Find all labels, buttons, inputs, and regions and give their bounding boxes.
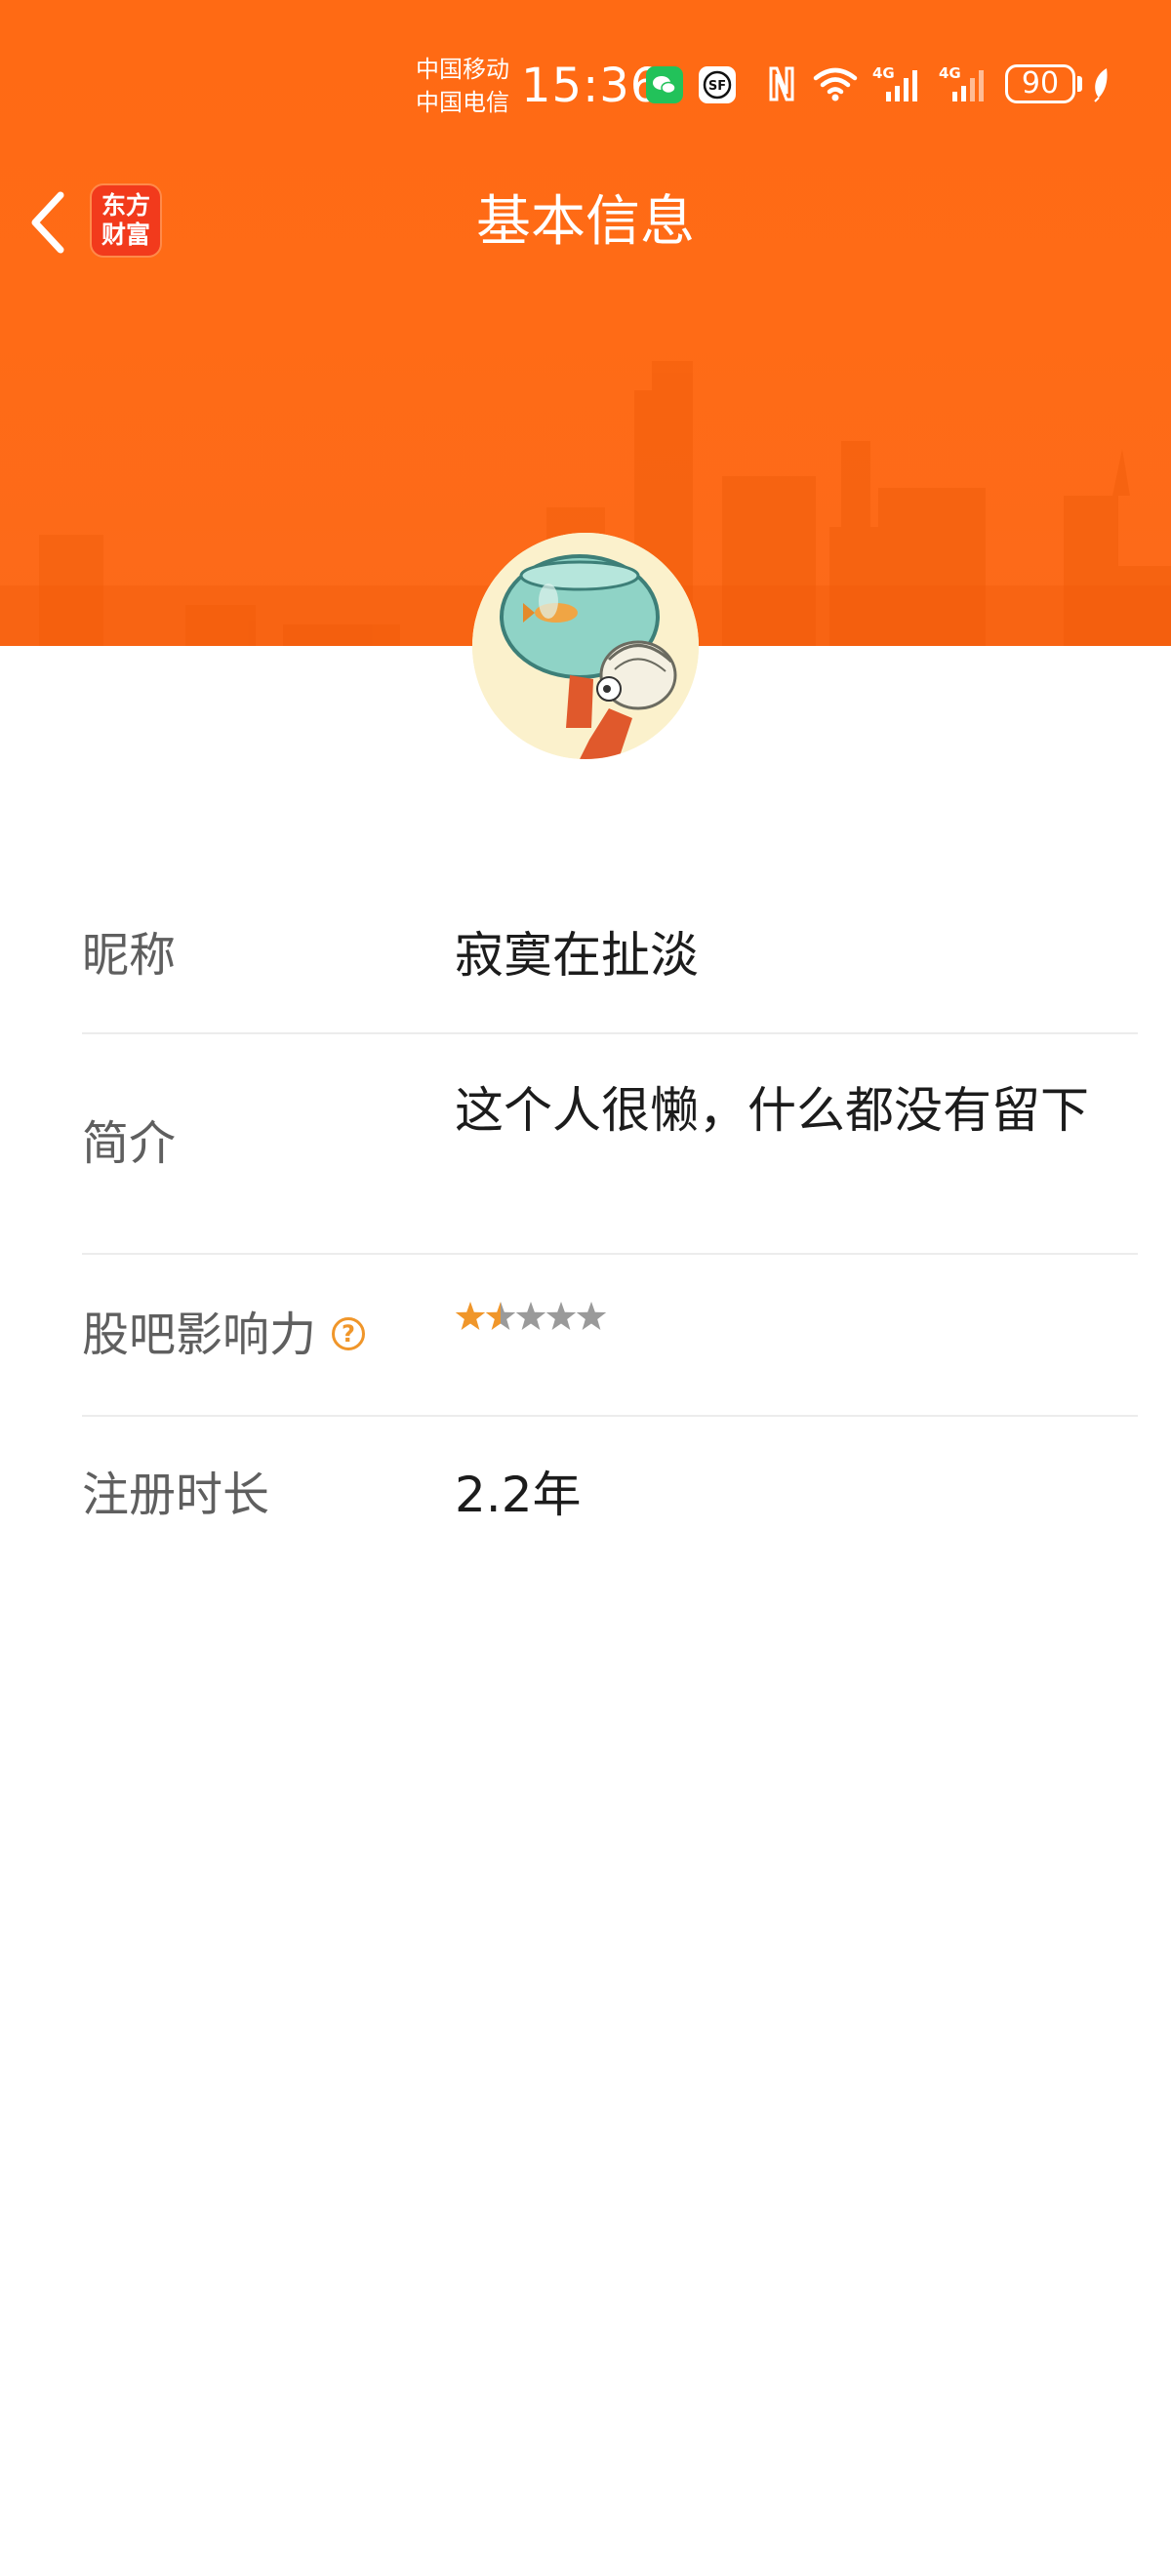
register-duration-label: 注册时长 xyxy=(82,1468,270,1522)
nickname-row: 昵称 寂寞在扯淡 xyxy=(82,876,1138,1034)
wechat-icon xyxy=(646,66,683,103)
register-row: 注册时长 2.2年 xyxy=(82,1417,1138,1577)
nfc-icon xyxy=(769,66,794,101)
star-icon xyxy=(545,1302,577,1330)
app-root: 中国移动 中国电信 15:36 SF 4G 4G 90 东方 财富 基本信息 昵… xyxy=(0,0,1171,2576)
svg-text:4G: 4G xyxy=(872,64,895,82)
fishbowl-avatar-illustration xyxy=(472,533,699,759)
intro-row: 简介 这个人很懒，什么都没有留下 xyxy=(82,1034,1138,1255)
question-circle-icon[interactable]: ? xyxy=(332,1317,366,1350)
svg-text:4G: 4G xyxy=(939,64,961,82)
status-time: 15:36 xyxy=(521,59,662,113)
signal-4g-icon: 4G xyxy=(872,64,917,101)
battery-indicator: 90 xyxy=(1005,64,1075,103)
page-title: 基本信息 xyxy=(476,190,695,254)
influence-label: 股吧影响力 xyxy=(82,1308,317,1362)
wifi-icon xyxy=(813,67,858,101)
svg-text:SF: SF xyxy=(708,79,726,94)
carrier-names: 中国移动 中国电信 xyxy=(416,53,509,119)
nickname-label: 昵称 xyxy=(82,928,177,983)
register-duration-value: 2.2年 xyxy=(455,1467,582,1523)
avatar[interactable] xyxy=(472,533,699,759)
star-icon xyxy=(576,1302,607,1330)
intro-label: 简介 xyxy=(82,1116,177,1171)
signal-4g-icon: 4G xyxy=(939,64,984,101)
star-icon xyxy=(515,1302,546,1330)
battery-cap xyxy=(1077,76,1082,92)
status-bar: 中国移动 中国电信 15:36 SF 4G 4G 90 xyxy=(0,0,1171,166)
sf-express-icon: SF xyxy=(699,66,736,103)
carrier-2: 中国电信 xyxy=(416,89,509,116)
nickname-value: 寂寞在扯淡 xyxy=(455,927,699,984)
influence-label-group: 股吧影响力? xyxy=(82,1306,366,1364)
leaf-icon xyxy=(1094,68,1108,102)
profile-info-list: 昵称 寂寞在扯淡 简介 这个人很懒，什么都没有留下 股吧影响力? 注册时长 2.… xyxy=(82,876,1138,1577)
carrier-1: 中国移动 xyxy=(416,56,509,83)
star-icon xyxy=(455,1302,486,1330)
influence-star-rating xyxy=(455,1302,607,1330)
intro-value: 这个人很懒，什么都没有留下 xyxy=(455,1082,1089,1139)
influence-row: 股吧影响力? xyxy=(82,1255,1138,1417)
star-icon xyxy=(485,1302,516,1330)
